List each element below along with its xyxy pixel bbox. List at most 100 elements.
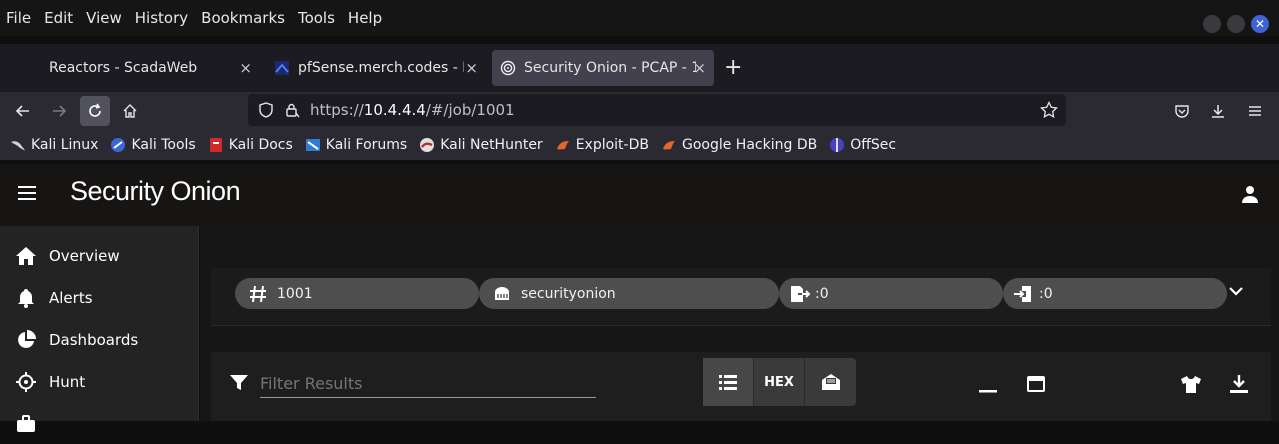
view-mode-toggle: HEX — [703, 358, 856, 406]
shirt-icon — [1181, 376, 1201, 393]
job-id-value: 1001 — [277, 285, 313, 302]
list-icon — [719, 375, 737, 390]
menu-history[interactable]: History — [135, 9, 188, 27]
main-content: 1001 securityonion :0 :0 HEX — [200, 226, 1279, 421]
bookmark-label: OffSec — [850, 137, 897, 153]
sidebar-item-label: Hunt — [49, 373, 86, 391]
menu-bookmarks[interactable]: Bookmarks — [201, 9, 285, 27]
bookmark-kali-nethunter[interactable]: Kali NetHunter — [419, 137, 543, 153]
bell-icon — [14, 286, 38, 310]
bookmark-label: Kali Forums — [325, 137, 408, 153]
list-view-button[interactable] — [703, 358, 754, 406]
sidebar-item-cases[interactable] — [0, 404, 199, 444]
filter-icon — [230, 375, 248, 390]
sidebar-item-label: Overview — [49, 247, 120, 265]
pfsense-icon — [274, 60, 290, 76]
server-icon — [491, 283, 513, 305]
menu-view[interactable]: View — [86, 9, 122, 27]
pie-chart-icon — [14, 328, 38, 352]
nethunter-icon — [419, 137, 435, 153]
downloads-button[interactable] — [1203, 96, 1233, 126]
tab-close-icon[interactable]: × — [693, 59, 706, 77]
bookmark-label: Exploit-DB — [575, 137, 649, 153]
new-tab-button[interactable]: + — [724, 57, 742, 79]
wireshark-button[interactable] — [1179, 372, 1203, 396]
destination-port-chip: :0 — [1003, 278, 1227, 309]
mail-view-button[interactable] — [805, 358, 856, 406]
sidebar-item-alerts[interactable]: Alerts — [0, 278, 199, 318]
bookmark-ghdb[interactable]: Google Hacking DB — [661, 137, 817, 153]
forward-button[interactable] — [44, 96, 74, 126]
pocket-button[interactable] — [1167, 96, 1197, 126]
url-host: 10.4.4.4 — [363, 101, 426, 119]
kali-docs-icon — [208, 137, 224, 153]
url-text: https://10.4.4.4/#/job/1001 — [310, 101, 515, 119]
sidebar-item-dashboards[interactable]: Dashboards — [0, 320, 199, 360]
bookmark-kali-tools[interactable]: Kali Tools — [110, 137, 196, 153]
bookmark-kali-forums[interactable]: Kali Forums — [305, 137, 407, 153]
bookmark-offsec[interactable]: OffSec — [829, 137, 896, 153]
minimize-button[interactable] — [1203, 15, 1221, 33]
home-button[interactable] — [115, 96, 145, 126]
download-icon — [1212, 105, 1224, 118]
bookmark-label: Kali NetHunter — [440, 137, 543, 153]
tab-pfsense[interactable]: pfSense.merch.codes - Di × — [266, 50, 486, 86]
tab-scadaweb[interactable]: Reactors - ScadaWeb × — [40, 50, 260, 86]
tab-close-icon[interactable]: × — [465, 59, 478, 77]
sensor-chip: securityonion — [479, 278, 779, 309]
expand-all-button[interactable] — [1024, 372, 1048, 396]
bookmark-label: Kali Docs — [228, 137, 293, 153]
shield-icon — [259, 102, 273, 118]
bookmark-exploit-db[interactable]: Exploit-DB — [555, 137, 649, 153]
filter-results-input[interactable] — [260, 370, 596, 398]
download-pcap-button[interactable] — [1227, 372, 1251, 396]
menu-file[interactable]: File — [6, 9, 31, 27]
logo-text: Security Onion — [70, 176, 241, 206]
sidebar-item-hunt[interactable]: Hunt — [0, 362, 199, 402]
tab-close-icon[interactable]: × — [239, 59, 252, 77]
home-icon — [14, 244, 38, 268]
bookmark-label: Kali Linux — [31, 137, 99, 153]
bookmarks-toolbar: Kali Linux Kali Tools Kali Docs Kali For… — [0, 130, 1279, 160]
hex-view-button[interactable]: HEX — [754, 358, 805, 406]
menu-tools[interactable]: Tools — [298, 9, 335, 27]
sidebar-item-overview[interactable]: Overview — [0, 236, 199, 276]
lock-warning-icon[interactable] — [284, 102, 300, 118]
url-prefix: https:// — [310, 101, 364, 119]
job-id-chip: 1001 — [235, 278, 479, 309]
url-bar[interactable]: https://10.4.4.4/#/job/1001 — [248, 94, 1066, 126]
reload-icon — [89, 103, 101, 117]
kali-forums-icon — [305, 137, 321, 153]
source-port-value: :0 — [815, 285, 829, 302]
kali-tools-icon — [110, 137, 126, 153]
app-menu-button[interactable] — [1240, 96, 1270, 126]
menu-edit[interactable]: Edit — [44, 9, 73, 27]
crosshair-icon — [14, 370, 38, 394]
sidebar-item-label: Dashboards — [49, 331, 139, 349]
mail-open-icon — [821, 374, 840, 390]
url-path: /#/job/1001 — [425, 101, 515, 119]
close-window-button[interactable]: ✕ — [1251, 15, 1269, 33]
account-icon[interactable] — [1240, 184, 1260, 204]
arrow-right-icon — [53, 105, 67, 117]
sidebar: Overview Alerts Dashboards Hunt — [0, 226, 199, 432]
bookmark-label: Google Hacking DB — [681, 137, 818, 153]
minimize-icon — [979, 390, 997, 393]
reload-button[interactable] — [80, 96, 110, 126]
minimize-all-button[interactable] — [976, 372, 1000, 396]
source-port-icon — [789, 283, 811, 305]
tab-security-onion[interactable]: Security Onion - PCAP - 1( × — [492, 50, 714, 86]
window-controls: ✕ — [1203, 15, 1269, 33]
offsec-icon — [829, 137, 845, 153]
bookmark-kali-docs[interactable]: Kali Docs — [208, 137, 293, 153]
star-icon[interactable] — [1040, 101, 1058, 119]
chevron-down-icon[interactable] — [1227, 282, 1245, 300]
menu-help[interactable]: Help — [348, 9, 382, 27]
back-button[interactable] — [8, 96, 38, 126]
bookmark-label: Kali Tools — [131, 137, 196, 153]
bookmark-kali-linux[interactable]: Kali Linux — [10, 137, 98, 153]
maximize-button[interactable] — [1227, 15, 1245, 33]
download-icon — [1230, 375, 1248, 393]
hamburger-menu-icon[interactable] — [18, 186, 36, 200]
security-onion-icon — [500, 60, 516, 76]
